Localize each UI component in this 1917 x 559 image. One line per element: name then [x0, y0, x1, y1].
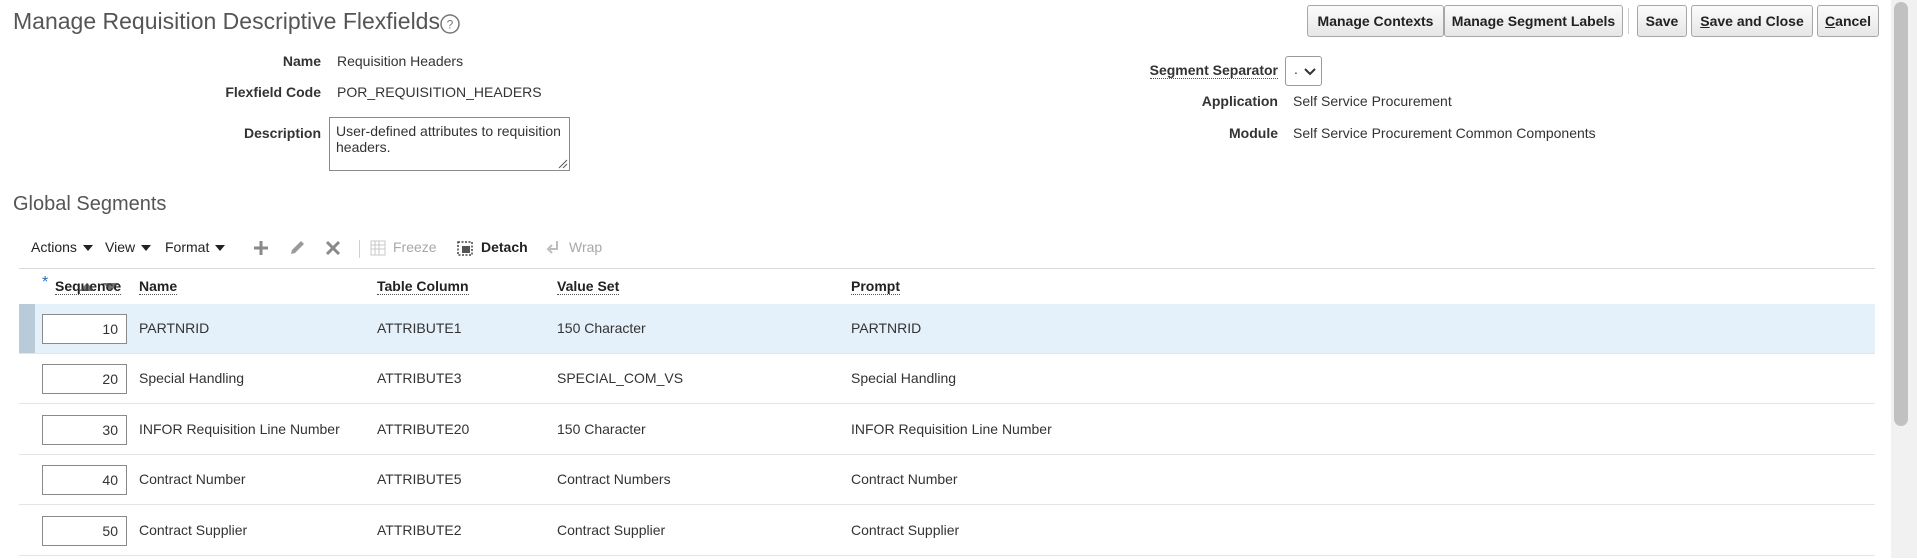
sequence-input[interactable]: 50 — [42, 516, 127, 546]
cell-value-set: Contract Numbers — [557, 471, 671, 487]
cell-name: INFOR Requisition Line Number — [139, 421, 340, 437]
cell-name: Contract Supplier — [139, 522, 248, 538]
column-header-value-set[interactable]: Value Set — [557, 278, 620, 295]
cancel-accel: C — [1825, 13, 1836, 29]
format-menu-label: Format — [165, 239, 210, 255]
chevron-down-icon — [82, 244, 93, 251]
page-title: Manage Requisition Descriptive Flexfield… — [13, 8, 440, 34]
cancel-label: ancel — [1835, 13, 1871, 29]
description-field[interactable]: User-defined attributes to requisition h… — [329, 117, 570, 171]
edit-icon[interactable] — [287, 238, 307, 258]
cell-table-column: ATTRIBUTE20 — [377, 421, 470, 437]
chevron-down-icon — [141, 244, 152, 251]
table-row[interactable]: 50 Contract Supplier ATTRIBUTE2 Contract… — [19, 506, 1875, 556]
cell-prompt: Special Handling — [851, 370, 957, 386]
segment-separator-label: Segment Separator — [1149, 62, 1278, 79]
cell-value-set: 150 Character — [557, 421, 646, 437]
module-label: Module — [1229, 125, 1278, 141]
cancel-button[interactable]: Cancel — [1817, 5, 1879, 37]
wrap-button[interactable]: Wrap — [569, 239, 602, 255]
toolbar-divider — [1628, 8, 1629, 34]
cell-table-column: ATTRIBUTE2 — [377, 522, 462, 538]
cell-value-set: Contract Supplier — [557, 522, 666, 538]
freeze-button[interactable]: Freeze — [393, 239, 437, 255]
cell-table-column: ATTRIBUTE5 — [377, 471, 462, 487]
table-row[interactable]: 20 Special Handling ATTRIBUTE3 SPECIAL_C… — [19, 354, 1875, 404]
help-icon[interactable]: ? — [439, 13, 461, 35]
segment-separator-select[interactable]: . — [1285, 56, 1322, 86]
name-label: Name — [282, 53, 321, 69]
resize-grip-icon[interactable] — [558, 159, 568, 169]
detach-button[interactable]: Detach — [481, 239, 528, 255]
cell-prompt: INFOR Requisition Line Number — [851, 421, 1052, 437]
column-header-name[interactable]: Name — [139, 278, 178, 295]
application-value: Self Service Procurement — [1293, 93, 1452, 109]
row-selection-marker — [19, 405, 35, 454]
cell-prompt: Contract Supplier — [851, 522, 960, 538]
cell-name: Special Handling — [139, 370, 245, 386]
cell-prompt: PARTNRID — [851, 320, 922, 336]
cell-name: Contract Number — [139, 471, 246, 487]
save-and-close-accel: S — [1700, 13, 1710, 29]
chevron-down-icon — [1304, 68, 1316, 76]
module-value: Self Service Procurement Common Componen… — [1293, 125, 1596, 141]
chevron-down-icon — [215, 244, 226, 251]
format-menu[interactable]: Format — [165, 239, 226, 255]
table-row[interactable]: 40 Contract Number ATTRIBUTE5 Contract N… — [19, 455, 1875, 505]
application-label: Application — [1201, 93, 1278, 109]
sequence-input[interactable]: 20 — [42, 364, 127, 394]
save-and-close-button[interactable]: Save and Close — [1691, 5, 1813, 37]
row-selection-marker — [19, 354, 35, 403]
detach-icon — [457, 241, 473, 256]
actions-menu-label: Actions — [31, 239, 77, 255]
view-menu-label: View — [105, 239, 136, 255]
flexfield-code-value: POR_REQUISITION_HEADERS — [337, 84, 542, 100]
sequence-input[interactable]: 30 — [42, 415, 127, 445]
cell-prompt: Contract Number — [851, 471, 958, 487]
view-menu[interactable]: View — [105, 239, 152, 255]
toolbar-divider — [359, 240, 360, 258]
actions-menu[interactable]: Actions — [31, 239, 93, 255]
required-indicator: * — [42, 274, 49, 291]
column-header-table-column[interactable]: Table Column — [377, 278, 469, 295]
name-value: Requisition Headers — [337, 53, 464, 69]
cell-value-set: 150 Character — [557, 320, 646, 336]
save-button[interactable]: Save — [1637, 5, 1687, 37]
sequence-input[interactable]: 10 — [42, 314, 127, 344]
manage-segment-labels-button[interactable]: Manage Segment Labels — [1444, 5, 1623, 37]
delete-icon[interactable] — [323, 238, 343, 258]
table-row[interactable]: 10 PARTNRID ATTRIBUTE1 150 Character PAR… — [19, 304, 1875, 354]
flexfield-code-label: Flexfield Code — [225, 84, 321, 100]
column-header-prompt[interactable]: Prompt — [851, 278, 900, 295]
cell-table-column: ATTRIBUTE3 — [377, 370, 462, 386]
global-segments-title: Global Segments — [13, 193, 167, 215]
cell-table-column: ATTRIBUTE1 — [377, 320, 462, 336]
add-icon[interactable] — [251, 238, 271, 258]
cell-name: PARTNRID — [139, 320, 210, 336]
description-text: User-defined attributes to requisition h… — [336, 123, 561, 155]
row-selection-marker — [19, 455, 35, 504]
cell-value-set: SPECIAL_COM_VS — [557, 370, 684, 386]
sort-icon[interactable] — [77, 281, 125, 293]
wrap-icon — [546, 241, 558, 254]
svg-text:?: ? — [447, 18, 454, 32]
manage-contexts-button[interactable]: Manage Contexts — [1307, 5, 1444, 37]
table-row[interactable]: 30 INFOR Requisition Line Number ATTRIBU… — [19, 405, 1875, 455]
save-and-close-label: ave and Close — [1709, 13, 1804, 29]
segment-separator-value: . — [1294, 61, 1298, 77]
sequence-input[interactable]: 40 — [42, 465, 127, 495]
scrollbar-thumb[interactable] — [1894, 2, 1908, 426]
freeze-icon — [370, 240, 386, 256]
description-label: Description — [243, 125, 321, 141]
row-selection-marker — [19, 304, 35, 353]
row-selection-marker — [19, 506, 35, 555]
